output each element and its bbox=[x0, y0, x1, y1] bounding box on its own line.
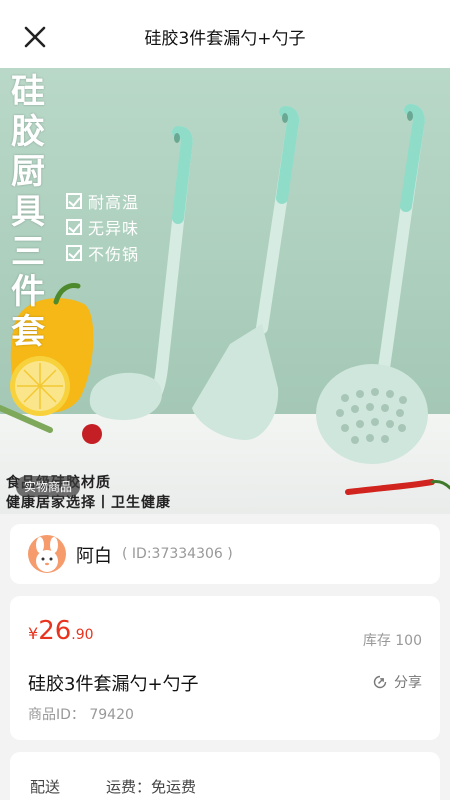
seller-card[interactable]: 阿白 ( ID:37334306 ) bbox=[10, 524, 440, 584]
title-char: 胶 bbox=[11, 112, 45, 152]
top-bar: 硅胶3件套漏勺+勺子 bbox=[0, 0, 450, 68]
utensils-illustration bbox=[0, 104, 450, 495]
product-name: 硅胶3件套漏勺+勺子 bbox=[28, 674, 199, 695]
price-decimal: .90 bbox=[71, 627, 94, 643]
title-char: 套 bbox=[11, 312, 45, 352]
feature-label: 耐高温 bbox=[88, 193, 140, 212]
shipping-fee: 运费：免运费 bbox=[106, 778, 197, 796]
title-char: 厨 bbox=[11, 152, 45, 192]
product-id: 商品ID： 79420 bbox=[28, 707, 134, 723]
page-title: 硅胶3件套漏勺+勺子 bbox=[144, 29, 306, 49]
seller-id: ( ID:37334306 ) bbox=[122, 546, 233, 562]
seller-name: 阿白 bbox=[76, 546, 112, 567]
shipping-label: 配送 bbox=[30, 778, 61, 796]
feature-item: 耐高温 bbox=[66, 188, 139, 214]
stock-count: 库存 100 bbox=[362, 633, 422, 649]
feature-label: 无异味 bbox=[88, 219, 140, 238]
title-char: 件 bbox=[11, 272, 45, 312]
price-integer: 26 bbox=[38, 616, 72, 646]
real-product-badge: 实物商品 bbox=[16, 476, 81, 497]
price: ¥26.90 bbox=[28, 616, 94, 646]
share-label: 分享 bbox=[394, 675, 422, 691]
share-icon bbox=[373, 675, 387, 689]
title-char: 硅 bbox=[11, 72, 45, 112]
share-button[interactable]: 分享 bbox=[372, 672, 422, 692]
checkbox-icon bbox=[66, 219, 82, 235]
feature-item: 不伤锅 bbox=[66, 240, 139, 266]
currency-symbol: ¥ bbox=[28, 624, 39, 643]
product-image[interactable]: 硅 胶 厨 具 三 件 套 耐高温 无异味 不伤锅 食品级硅胶材质 健康居家选择… bbox=[0, 68, 450, 514]
feature-item: 无异味 bbox=[66, 214, 139, 240]
title-char: 具 bbox=[11, 192, 45, 232]
hero-vertical-title: 硅 胶 厨 具 三 件 套 bbox=[6, 72, 50, 352]
product-info-card: ¥26.90 库存 100 硅胶3件套漏勺+勺子 分享 商品ID： 79420 bbox=[10, 596, 440, 740]
title-char: 三 bbox=[11, 232, 45, 272]
avatar[interactable] bbox=[28, 535, 66, 573]
feature-label: 不伤锅 bbox=[88, 245, 140, 264]
feature-list: 耐高温 无异味 不伤锅 bbox=[66, 188, 139, 266]
checkbox-icon bbox=[66, 193, 82, 209]
shipping-card: 配送 运费：免运费 bbox=[10, 752, 440, 800]
checkbox-icon bbox=[66, 245, 82, 261]
